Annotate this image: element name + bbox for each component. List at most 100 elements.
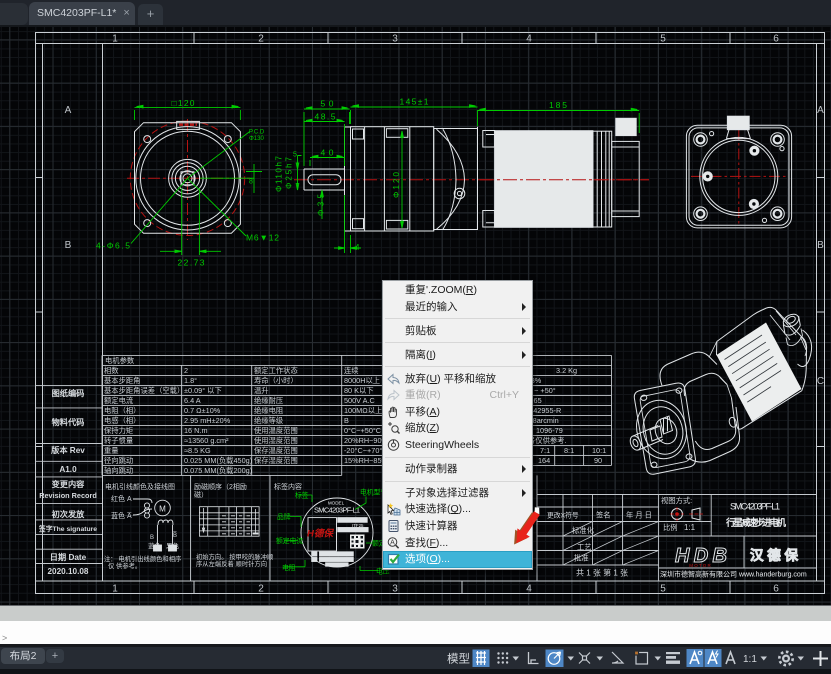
svg-text:-20°C~+70°: -20°C~+70° — [344, 446, 382, 455]
svg-text:1: 1 — [112, 584, 118, 595]
svg-text:使用温度范围: 使用温度范围 — [254, 426, 298, 435]
svg-text:A: A — [65, 105, 72, 116]
svg-text:M: M — [159, 505, 166, 514]
svg-text:M O T O R: M O T O R — [689, 563, 711, 568]
svg-text:2: 2 — [184, 366, 188, 375]
svg-text:2: 2 — [258, 584, 264, 595]
svg-text:100MΩ以上: 100MΩ以上 — [344, 406, 382, 415]
svg-text:绝缘等级: 绝缘等级 — [254, 416, 284, 425]
svg-text:蓝色 A̅: 蓝色 A̅ — [111, 511, 132, 520]
svg-text:日期 Date: 日期 Date — [50, 552, 87, 562]
svg-text:使用湿度范围: 使用湿度范围 — [254, 436, 298, 445]
svg-text:物料代码: 物料代码 — [52, 417, 85, 427]
svg-text:模型: 模型 — [447, 652, 470, 666]
svg-text:0.025 MM(负载450g): 0.025 MM(负载450g) — [184, 456, 252, 465]
svg-text:185: 185 — [549, 100, 567, 110]
svg-text:A1.0: A1.0 — [59, 465, 77, 474]
svg-text:SMC4203PF-L1: SMC4203PF-L1 — [730, 502, 780, 512]
svg-text:保存温度范围: 保存温度范围 — [254, 446, 298, 455]
svg-text:绝缘耐压: 绝缘耐压 — [254, 396, 283, 405]
svg-text:版本 Rev: 版本 Rev — [50, 445, 85, 455]
svg-text:励磁顺序（2相励: 励磁顺序（2相励 — [194, 482, 247, 491]
svg-text:Φ120: Φ120 — [392, 171, 401, 198]
svg-text:4: 4 — [526, 34, 532, 45]
svg-text:1096-79: 1096-79 — [536, 426, 563, 435]
svg-text:签名: 签名 — [596, 511, 611, 520]
svg-text:16 N.m: 16 N.m — [184, 426, 208, 435]
svg-text:基本步距角: 基本步距角 — [104, 376, 140, 385]
svg-text:5: 5 — [293, 152, 297, 159]
svg-text:90: 90 — [594, 456, 602, 465]
svg-text:标签: 标签 — [295, 491, 309, 500]
svg-text:1.8°: 1.8° — [184, 376, 197, 385]
svg-text:B: B — [150, 535, 154, 541]
svg-text:行星减速步进电机: 行星减速步进电机 — [725, 517, 786, 529]
svg-text:SMC4203PF-L1: SMC4203PF-L1 — [314, 506, 360, 515]
svg-text:500V A.C: 500V A.C — [344, 396, 375, 405]
svg-text:0.7 Ω±10%: 0.7 Ω±10% — [184, 406, 221, 415]
svg-text:P.C.D: P.C.D — [249, 130, 265, 136]
svg-text:A: A — [390, 539, 395, 546]
svg-text:序从左端反着 顺时针方向: 序从左端反着 顺时针方向 — [196, 559, 267, 568]
svg-text:Φ130: Φ130 — [249, 136, 264, 142]
svg-text:1:1: 1:1 — [684, 523, 696, 532]
svg-text:40: 40 — [321, 148, 334, 158]
svg-text:7:1: 7:1 — [540, 446, 550, 455]
svg-text:≈13560 g.cm²: ≈13560 g.cm² — [184, 436, 229, 445]
svg-text:初始方向。 按甲咬的脉冲顺: 初始方向。 按甲咬的脉冲顺 — [196, 552, 274, 561]
svg-text:6.4 A: 6.4 A — [184, 396, 201, 405]
svg-text:4-Φ6.5: 4-Φ6.5 — [96, 241, 130, 251]
svg-text:1: 1 — [112, 34, 118, 45]
svg-text:初次发放: 初次发放 — [52, 509, 86, 519]
svg-text:寿命（小时）: 寿命（小时） — [254, 376, 298, 385]
svg-text:转子惯量: 转子惯量 — [104, 436, 133, 445]
svg-text:22.73: 22.73 — [178, 258, 205, 268]
svg-text:连续: 连续 — [344, 366, 359, 375]
svg-text:10:1: 10:1 — [592, 446, 606, 455]
svg-text:电阻（相）: 电阻（相） — [104, 406, 140, 415]
svg-text:品牌: 品牌 — [277, 512, 291, 521]
svg-text:额定电流: 额定电流 — [104, 396, 134, 405]
svg-text:相数: 相数 — [104, 366, 119, 375]
svg-text:比例: 比例 — [663, 523, 678, 532]
svg-text:□120: □120 — [172, 98, 195, 108]
svg-text:径向跳动: 径向跳动 — [104, 456, 133, 465]
svg-text:号仅供参考.: 号仅供参考. — [528, 436, 567, 445]
svg-text:8: 8 — [249, 179, 253, 186]
svg-text:视图方式:: 视图方式: — [661, 496, 692, 505]
svg-text:A: A — [817, 105, 824, 116]
svg-text:汉德保: 汉德保 — [750, 547, 799, 563]
svg-text:3.2 Kg: 3.2 Kg — [556, 366, 577, 375]
svg-text:保持力矩: 保持力矩 — [104, 426, 133, 435]
svg-text:B: B — [344, 416, 349, 425]
svg-text:5: 5 — [660, 584, 666, 595]
svg-text:2020.10.08: 2020.10.08 — [48, 567, 89, 576]
svg-text:标签内容: 标签内容 — [274, 482, 302, 491]
svg-text:电感（相）: 电感（相） — [104, 416, 140, 425]
svg-text:Φ35: Φ35 — [317, 193, 326, 216]
svg-text:变更内容: 变更内容 — [52, 479, 86, 489]
svg-text:5: 5 — [660, 34, 666, 45]
svg-text:注： 电机引出线颜色和相序: 注： 电机引出线颜色和相序 — [104, 554, 181, 563]
svg-text:电机引线颜色及接线图: 电机引线颜色及接线图 — [105, 482, 175, 491]
svg-text:电阻: 电阻 — [282, 563, 296, 572]
svg-text:轴向跳动: 轴向跳动 — [104, 466, 133, 475]
svg-text:2.95 mH±20%: 2.95 mH±20% — [184, 416, 231, 425]
svg-text:6: 6 — [773, 34, 779, 45]
svg-text:额定工作状态: 额定工作状态 — [254, 366, 298, 375]
svg-text:8000H以上: 8000H以上 — [344, 376, 380, 385]
svg-text:批准: 批准 — [574, 554, 589, 563]
svg-text:红色 A: 红色 A — [111, 494, 132, 503]
svg-text:8:1: 8:1 — [564, 446, 574, 455]
svg-text:共 1 张 第 1 张: 共 1 张 第 1 张 — [576, 568, 628, 578]
svg-text:电机参数: 电机参数 — [105, 356, 135, 365]
svg-text:图纸编码: 图纸编码 — [52, 388, 85, 398]
svg-text:0°C~+50°C: 0°C~+50°C — [344, 426, 381, 435]
svg-text:磁）: 磁） — [194, 490, 208, 499]
svg-text:年 月 日: 年 月 日 — [626, 511, 652, 520]
svg-text:基本步距角误差（空载）: 基本步距角误差（空载） — [104, 386, 184, 395]
svg-text:3: 3 — [392, 584, 398, 595]
svg-text:额定电流: 额定电流 — [276, 536, 303, 545]
svg-text:6: 6 — [773, 584, 779, 595]
svg-text:Φ25h7: Φ25h7 — [285, 156, 294, 189]
